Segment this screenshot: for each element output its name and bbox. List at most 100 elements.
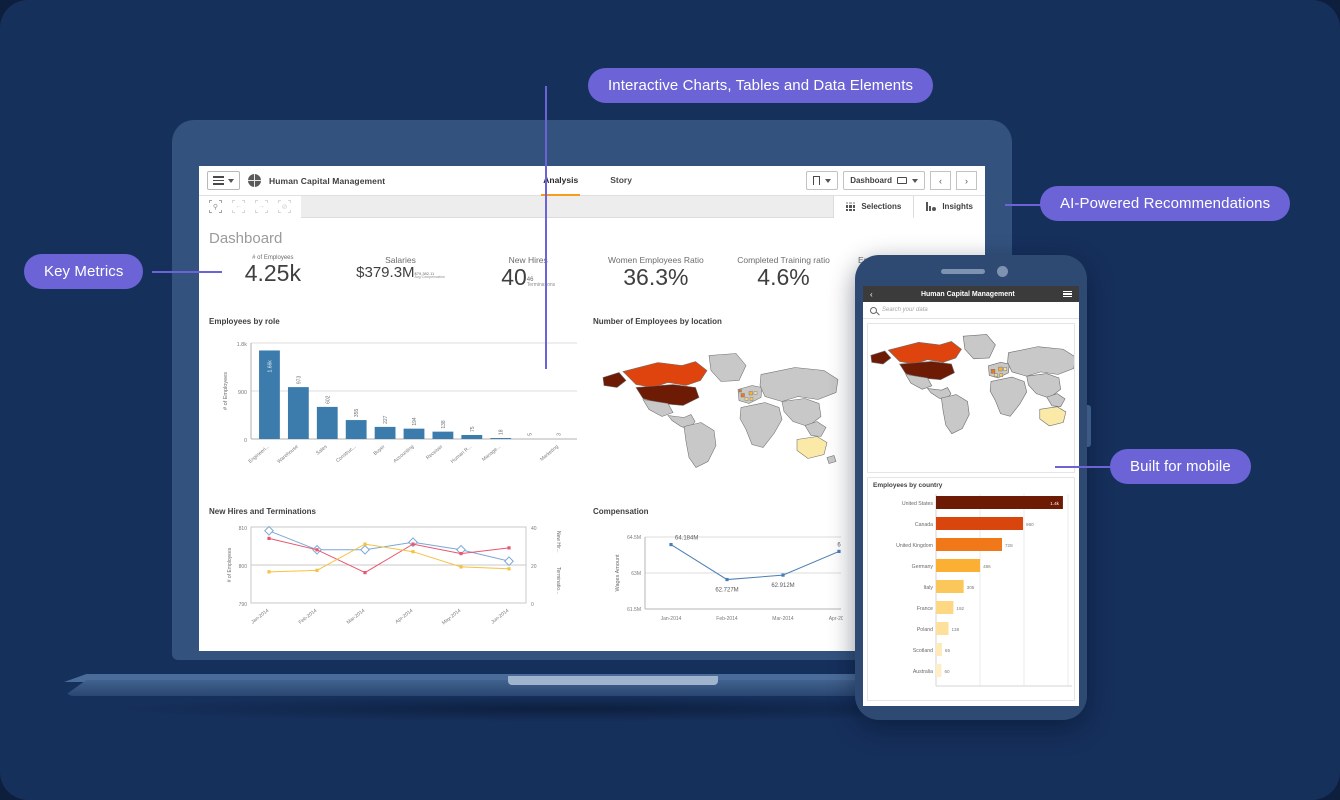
- region-greenland[interactable]: [962, 334, 996, 360]
- data-point[interactable]: [411, 550, 415, 554]
- region-australia[interactable]: [1039, 406, 1067, 427]
- compensation-chart[interactable]: 64.5M 63M 61.5M Wages Amount 64.184M 62.7…: [593, 519, 849, 639]
- employees-by-country-chart[interactable]: United States 1.4k Canada 960 United Kingdom…: [868, 490, 1074, 696]
- region-south-america[interactable]: [683, 422, 717, 468]
- data-point[interactable]: [837, 549, 841, 553]
- search-input[interactable]: Search your data: [882, 307, 928, 313]
- clear-selections-icon[interactable]: ⊘: [278, 200, 291, 213]
- region-france[interactable]: [744, 397, 749, 401]
- region-africa[interactable]: [739, 402, 783, 448]
- panel-employees-by-role[interactable]: Employees by role 1.8k 900 0 # of Employ…: [209, 317, 579, 489]
- mobile-map[interactable]: [868, 324, 1074, 472]
- region-south-america[interactable]: [941, 394, 970, 435]
- tab-analysis[interactable]: Analysis: [541, 166, 581, 196]
- region-greenland[interactable]: [708, 353, 747, 382]
- bar[interactable]: [936, 559, 981, 572]
- bar[interactable]: [374, 426, 396, 439]
- panel-compensation[interactable]: Compensation 64.5M 63M 61.5M Wages Amoun…: [593, 507, 849, 644]
- employees-by-location-map[interactable]: [593, 329, 843, 484]
- new-hires-terminations-chart[interactable]: 810 800 790 # of Employees 40 20 0 New H…: [209, 519, 579, 639]
- bar[interactable]: [936, 664, 942, 677]
- mobile-map-card[interactable]: [867, 323, 1075, 473]
- next-sheet-button[interactable]: ›: [956, 171, 977, 190]
- kpi-salaries[interactable]: Salaries $379.3M $79,382.11 Avg Compensa…: [337, 255, 465, 303]
- region-alaska[interactable]: [870, 350, 892, 365]
- data-point[interactable]: [725, 577, 729, 582]
- data-point[interactable]: [315, 568, 319, 572]
- kpi-employees[interactable]: # of Employees 4.25k: [209, 255, 337, 303]
- data-point[interactable]: [507, 546, 511, 550]
- employees-by-role-chart[interactable]: 1.8k 900 0 # of Employees 1.66k 973 602 355…: [209, 329, 579, 484]
- bar[interactable]: [461, 435, 483, 439]
- bar[interactable]: [403, 428, 425, 439]
- kpi-training-ratio[interactable]: Completed Training ratio 4.6%: [720, 255, 848, 303]
- search-selections-icon[interactable]: ⚲: [209, 200, 222, 213]
- data-point[interactable]: [507, 567, 511, 571]
- panel-employees-by-location[interactable]: Number of Employees by location: [593, 317, 843, 489]
- bar[interactable]: [287, 387, 309, 439]
- region-italy[interactable]: [999, 373, 1003, 377]
- region-canada[interactable]: [622, 361, 708, 388]
- region-italy[interactable]: [749, 397, 754, 401]
- bar[interactable]: [936, 517, 1024, 530]
- data-point[interactable]: [504, 556, 514, 567]
- phone-side-button[interactable]: [1087, 405, 1091, 447]
- step-back-icon[interactable]: ←: [232, 200, 245, 213]
- data-point[interactable]: [669, 542, 673, 547]
- bar[interactable]: [490, 438, 512, 439]
- bar[interactable]: [936, 643, 942, 656]
- region-new-zealand[interactable]: [826, 455, 837, 464]
- data-point[interactable]: [264, 525, 274, 536]
- kpi-women-ratio[interactable]: Women Employees Ratio 36.3%: [592, 255, 720, 303]
- mobile-search-bar[interactable]: Search your data: [863, 302, 1079, 319]
- region-russia[interactable]: [759, 367, 839, 402]
- bar[interactable]: [936, 580, 964, 593]
- region-germany[interactable]: [998, 366, 1003, 372]
- region-france[interactable]: [994, 373, 998, 377]
- prev-sheet-button[interactable]: ‹: [930, 171, 951, 190]
- panel-new-hires-terminations[interactable]: New Hires and Terminations 810 800 790 #…: [209, 507, 579, 644]
- region-africa[interactable]: [989, 376, 1028, 417]
- region-poland[interactable]: [1003, 367, 1007, 371]
- data-point[interactable]: [781, 573, 785, 577]
- data-point[interactable]: [459, 565, 463, 569]
- region-united-kingdom[interactable]: [740, 393, 745, 398]
- region-united-kingdom[interactable]: [990, 369, 996, 374]
- tab-story[interactable]: Story: [608, 166, 634, 196]
- region-canada[interactable]: [887, 341, 962, 365]
- data-point[interactable]: [267, 536, 271, 540]
- region-alaska[interactable]: [602, 372, 627, 388]
- region-russia[interactable]: [1007, 346, 1074, 377]
- series-line[interactable]: [268, 530, 510, 562]
- bar[interactable]: [936, 622, 949, 635]
- region-germany[interactable]: [748, 391, 753, 396]
- region-australia[interactable]: [796, 436, 828, 459]
- insights-button[interactable]: Insights: [913, 195, 985, 218]
- step-forward-icon[interactable]: →: [255, 200, 268, 213]
- hamburger-icon[interactable]: [1063, 290, 1072, 298]
- navigation-menu-button[interactable]: [207, 171, 240, 190]
- series-line[interactable]: [670, 544, 840, 581]
- series-group[interactable]: 64.184M 62.727M 62.912M 6: [669, 536, 841, 594]
- data-point[interactable]: [315, 548, 319, 552]
- bookmarks-button[interactable]: [806, 171, 839, 190]
- data-point[interactable]: [363, 542, 367, 546]
- series-group[interactable]: [264, 525, 514, 575]
- bar[interactable]: [936, 538, 1003, 551]
- selections-button[interactable]: Selections: [832, 195, 914, 218]
- region-scotland[interactable]: [738, 389, 742, 393]
- bar[interactable]: [345, 420, 367, 439]
- bar-group[interactable]: 1.66k 973 602 355 227 194 138 75 18 5 3: [259, 350, 563, 439]
- data-point[interactable]: [267, 570, 271, 574]
- data-point[interactable]: [363, 571, 367, 575]
- bar[interactable]: [316, 406, 338, 439]
- region-poland[interactable]: [753, 391, 758, 395]
- data-point[interactable]: [360, 544, 370, 555]
- data-point[interactable]: [411, 542, 415, 546]
- bar[interactable]: [936, 496, 1063, 509]
- kpi-new-hires[interactable]: New Hires 40 46 Terminations: [464, 255, 592, 303]
- sheet-selector-button[interactable]: Dashboard: [843, 171, 925, 190]
- bar[interactable]: [432, 431, 454, 439]
- bar[interactable]: [936, 601, 954, 614]
- mobile-country-card[interactable]: Employees by country United States 1.4k Ca…: [867, 477, 1075, 701]
